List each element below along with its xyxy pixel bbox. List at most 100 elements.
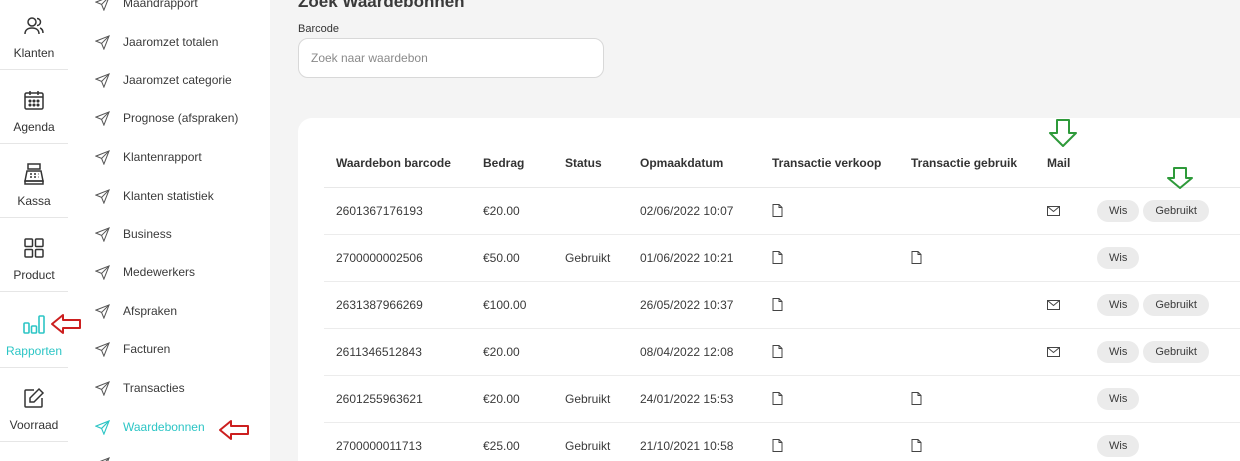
send-icon xyxy=(95,188,110,204)
rail-item-label: Product xyxy=(13,268,55,282)
users-icon xyxy=(24,17,44,35)
rail-item-kassa[interactable]: Kassa xyxy=(0,144,68,218)
reports-submenu: Maandrapport Jaaromzet totalen Jaaromzet… xyxy=(68,0,270,461)
cell-actions: Wis Gebruikt xyxy=(1085,187,1240,235)
menu-item-jaaromzet-totalen[interactable]: Jaaromzet totalen xyxy=(68,24,270,60)
cell-mail xyxy=(1035,187,1085,235)
cell-bedrag: €20.00 xyxy=(471,328,553,376)
mail-icon[interactable] xyxy=(1047,299,1073,310)
cell-transactie-verkoop xyxy=(760,187,899,235)
wis-button[interactable]: Wis xyxy=(1097,293,1140,316)
menu-item-business[interactable]: Business xyxy=(68,216,270,252)
menu-item-prognose[interactable]: Prognose (afspraken) xyxy=(68,100,270,136)
document-icon[interactable] xyxy=(772,204,887,217)
cell-actions: Wis xyxy=(1085,422,1240,461)
column-header-status[interactable]: Status xyxy=(553,140,628,188)
column-header-actions xyxy=(1085,140,1240,188)
cell-transactie-verkoop xyxy=(760,422,899,461)
menu-item-label: Afspraken xyxy=(123,304,178,318)
cell-transactie-verkoop xyxy=(760,328,899,376)
green-arrow-annotation xyxy=(1167,167,1193,189)
wis-button[interactable]: Wis xyxy=(1097,434,1140,457)
document-icon[interactable] xyxy=(772,251,887,264)
table-row: 2601255963621 €20.00 Gebruikt 24/01/2022 15… xyxy=(324,375,1240,423)
table-row: 2700000002506 €50.00 Gebruikt 01/06/2022 10… xyxy=(324,234,1240,282)
gebruikt-button[interactable]: Gebruikt xyxy=(1143,340,1209,363)
send-icon xyxy=(95,341,110,357)
cell-transactie-gebruik xyxy=(899,422,1035,461)
document-icon[interactable] xyxy=(911,392,1023,405)
column-header-barcode[interactable]: Waardebon barcode xyxy=(324,140,471,188)
wis-button[interactable]: Wis xyxy=(1097,387,1140,410)
cell-transactie-gebruik xyxy=(899,375,1035,423)
barcode-label: Barcode xyxy=(298,23,339,35)
cell-barcode: 2700000011713 xyxy=(324,422,471,461)
page-title: Zoek Waardebonnen xyxy=(298,0,465,11)
menu-item-afspraken[interactable]: Afspraken xyxy=(68,293,270,329)
send-icon xyxy=(95,419,110,435)
send-icon xyxy=(95,264,110,280)
cell-status: Gebruikt xyxy=(553,422,628,461)
rail-item-label: Rapporten xyxy=(5,344,63,358)
column-header-transactie-gebruik[interactable]: Transactie gebruik xyxy=(899,140,1035,188)
cell-barcode: 2601255963621 xyxy=(324,375,471,423)
wis-button[interactable]: Wis xyxy=(1097,199,1140,222)
rail-item-label: Klanten xyxy=(13,46,55,60)
table-row: 2700000011713 €25.00 Gebruikt 21/10/2021 10… xyxy=(324,422,1240,461)
rail-item-product[interactable]: Product xyxy=(0,218,68,292)
menu-item-maandrapport[interactable]: Maandrapport xyxy=(68,0,270,21)
main-navigation-rail: Klanten Agenda Kassa Product Rapporten V… xyxy=(0,0,68,461)
menu-item-label: Transacties xyxy=(123,381,185,395)
wis-button[interactable]: Wis xyxy=(1097,246,1140,269)
rail-item-agenda[interactable]: Agenda xyxy=(0,70,68,144)
cell-status xyxy=(553,281,628,329)
menu-item-partial[interactable] xyxy=(68,446,270,461)
calendar-icon xyxy=(24,91,44,110)
menu-item-jaaromzet-categorie[interactable]: Jaaromzet categorie xyxy=(68,62,270,98)
barcode-search-input[interactable] xyxy=(298,38,604,78)
menu-item-label: Jaaromzet categorie xyxy=(123,73,232,87)
menu-item-label: Klantenrapport xyxy=(123,150,202,164)
red-arrow-annotation xyxy=(51,314,81,334)
rail-item-label: Kassa xyxy=(17,194,51,208)
cell-datum: 01/06/2022 10:21 xyxy=(628,234,760,282)
menu-item-medewerkers[interactable]: Medewerkers xyxy=(68,254,270,290)
column-header-opmaakdatum[interactable]: Opmaakdatum xyxy=(628,140,760,188)
document-icon[interactable] xyxy=(772,392,887,405)
cell-datum: 26/05/2022 10:37 xyxy=(628,281,760,329)
send-icon xyxy=(95,226,110,242)
document-icon[interactable] xyxy=(772,345,887,358)
cell-actions: Wis xyxy=(1085,375,1240,423)
mail-icon[interactable] xyxy=(1047,346,1073,357)
column-header-transactie-verkoop[interactable]: Transactie verkoop xyxy=(760,140,899,188)
column-header-bedrag[interactable]: Bedrag xyxy=(471,140,553,188)
cell-transactie-gebruik xyxy=(899,328,1035,376)
menu-item-transacties[interactable]: Transacties xyxy=(68,370,270,406)
cell-datum: 08/04/2022 12:08 xyxy=(628,328,760,376)
mail-icon[interactable] xyxy=(1047,205,1073,216)
menu-item-label: Jaaromzet totalen xyxy=(123,35,219,49)
cell-datum: 21/10/2021 10:58 xyxy=(628,422,760,461)
document-icon[interactable] xyxy=(911,439,1023,452)
wis-button[interactable]: Wis xyxy=(1097,340,1140,363)
cell-actions: Wis Gebruikt xyxy=(1085,281,1240,329)
send-icon xyxy=(95,149,110,165)
document-icon[interactable] xyxy=(772,439,887,452)
rail-item-voorraad[interactable]: Voorraad xyxy=(0,368,68,442)
cell-actions: Wis Gebruikt xyxy=(1085,328,1240,376)
gebruikt-button[interactable]: Gebruikt xyxy=(1143,199,1209,222)
cell-datum: 02/06/2022 10:07 xyxy=(628,187,760,235)
cell-actions: Wis xyxy=(1085,234,1240,282)
cell-mail xyxy=(1035,328,1085,376)
send-icon xyxy=(95,380,110,396)
bar-chart-icon xyxy=(23,315,45,334)
document-icon[interactable] xyxy=(772,298,887,311)
gebruikt-button[interactable]: Gebruikt xyxy=(1143,293,1209,316)
menu-item-label: Medewerkers xyxy=(123,265,196,279)
menu-item-klantenrapport[interactable]: Klantenrapport xyxy=(68,139,270,175)
rail-item-klanten[interactable]: Klanten xyxy=(0,0,68,70)
menu-item-facturen[interactable]: Facturen xyxy=(68,331,270,367)
document-icon[interactable] xyxy=(911,251,1023,264)
cell-bedrag: €100.00 xyxy=(471,281,553,329)
menu-item-klanten-statistiek[interactable]: Klanten statistiek xyxy=(68,178,270,214)
